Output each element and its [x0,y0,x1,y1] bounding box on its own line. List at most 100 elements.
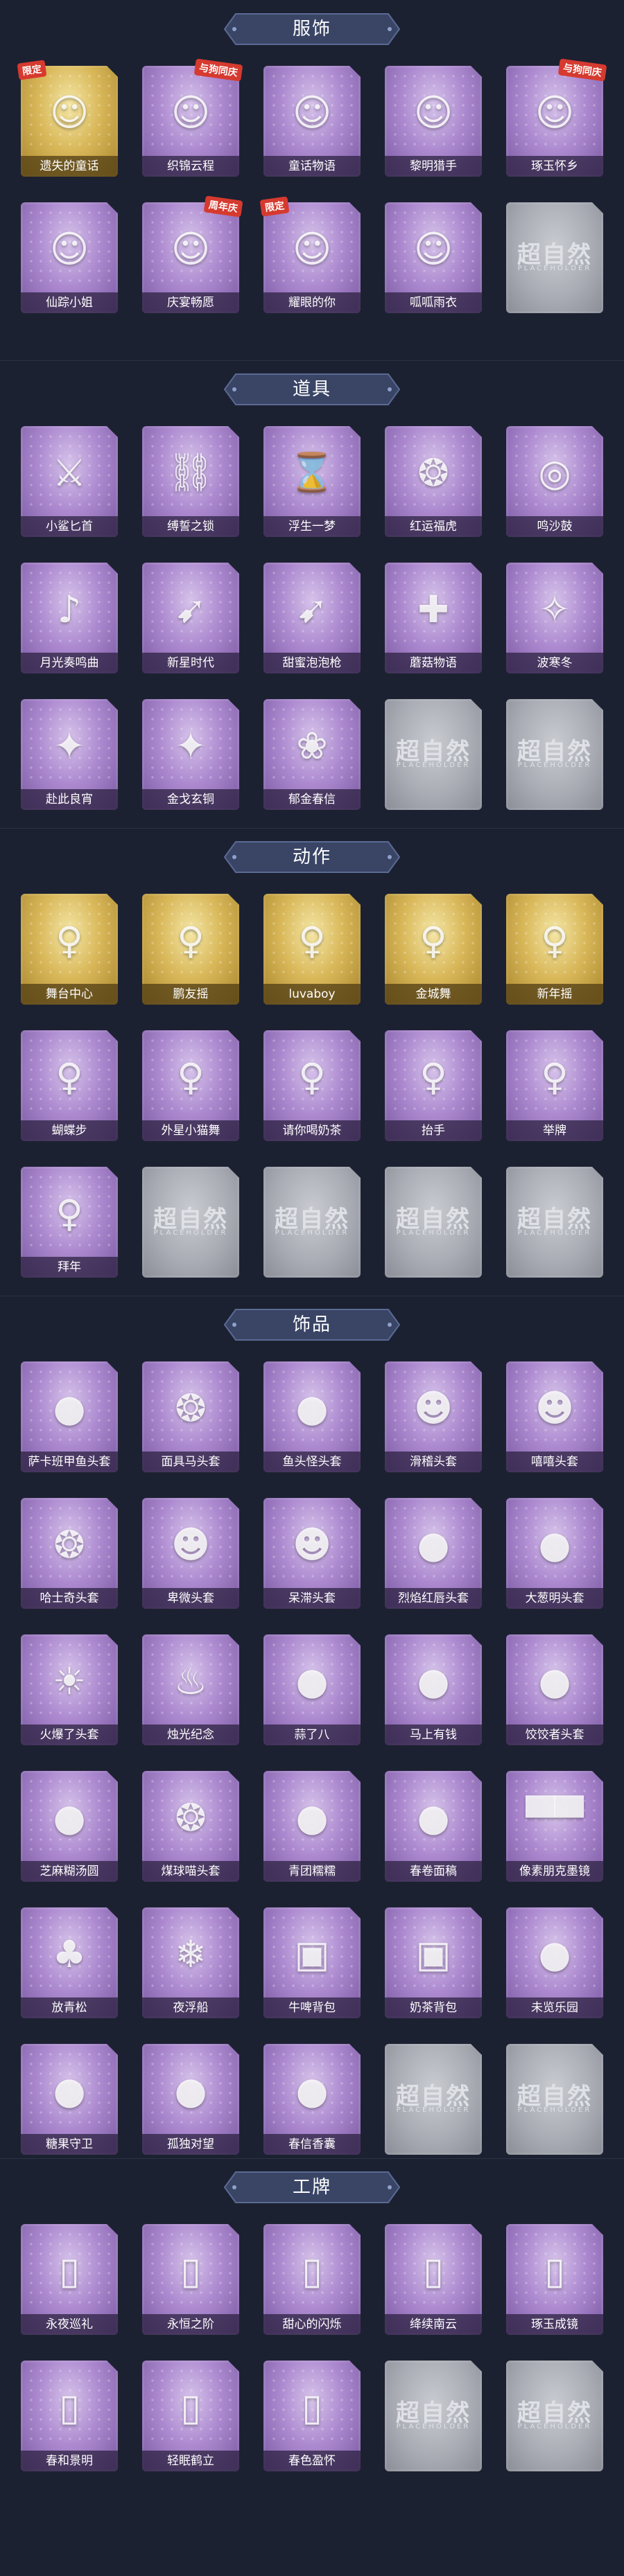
item-card[interactable]: ● 大葱明头套 [506,1498,603,1609]
item-label: 抬手 [385,1120,482,1141]
item-card[interactable]: ☻ 滑稽头套 [385,1361,482,1472]
item-card[interactable]: ● 蒜了八 [263,1634,361,1745]
item-card[interactable]: ✧ 波寒冬 [506,563,603,673]
item-card[interactable]: ☺ 呱呱雨衣 [385,202,482,313]
item-card[interactable]: ▀▀ 像素朋克墨镜 [506,1771,603,1882]
item-card[interactable]: ● 鱼头怪头套 [263,1361,361,1472]
icon-glyph: ❀ [296,723,328,768]
item-card[interactable]: ♀ 蝴蝶步 [21,1030,118,1141]
item-label: 舞台中心 [21,984,118,1005]
item-label: 织锦云程 [142,156,239,177]
item-card[interactable]: ⛓ 缚誓之锁 [142,426,239,537]
item-card[interactable]: ♀ luvaboy [263,894,361,1005]
placeholder-subtext: PLACEHOLDER [153,1229,228,1237]
item-card[interactable]: ♀ 举牌 [506,1030,603,1141]
item-card[interactable]: ▣ 牛啤背包 [263,1907,361,2018]
item-card[interactable]: ✚ 蘑菇物语 [385,563,482,673]
item-card[interactable]: ▣ 奶茶背包 [385,1907,482,2018]
item-card[interactable]: ♀ 抬手 [385,1030,482,1141]
item-card[interactable]: ● 春信香囊 [263,2044,361,2155]
item-card[interactable]: ♀ 外星小猫舞 [142,1030,239,1141]
item-label: 琢玉怀乡 [506,156,603,177]
item-card[interactable]: ♀ 舞台中心 [21,894,118,1005]
icon-glyph: ◎ [538,450,571,495]
item-card[interactable]: ☻ 呆滞头套 [263,1498,361,1609]
item-card[interactable]: ☺ 仙踪小姐 [21,202,118,313]
item-card[interactable]: ☻ 嘻嘻头套 [506,1361,603,1472]
item-card[interactable]: ☺ 琢玉怀乡 与狗同庆 [506,58,607,177]
item-card[interactable]: ♀ 请你喝奶茶 [263,1030,361,1141]
item-card[interactable]: ☺ 遗失的童话 限定 [17,60,118,177]
empty-slot-card: 超自然 PLACEHOLDER [506,699,603,810]
pink-bird-icon: ● [402,1650,465,1712]
item-card[interactable]: ➹ 甜蜜泡泡枪 [263,563,361,673]
item-card[interactable]: ● 糖果守卫 [21,2044,118,2155]
item-card[interactable]: ▯ 甜心的闪烁 [263,2224,361,2335]
item-card[interactable]: ▯ 春色盈怀 [263,2361,361,2471]
item-card[interactable]: ☺ 童话物语 [263,66,361,177]
item-card[interactable]: ● 马上有钱 [385,1634,482,1745]
item-card[interactable]: ⌛ 浮生一梦 [263,426,361,537]
item-card[interactable]: ☺ 黎明猎手 [385,66,482,177]
item-card[interactable]: ● 芝麻糊汤圆 [21,1771,118,1882]
item-label: 金城舞 [385,984,482,1005]
item-card[interactable]: ➹ 新星时代 [142,563,239,673]
yellow-creature-head-icon: ● [402,1513,465,1576]
red-book-badge-icon: ▯ [402,2239,465,2302]
item-card[interactable]: ● 春卷面稿 [385,1771,482,1882]
item-card[interactable]: ✦ 金戈玄铜 [142,699,239,810]
item-card[interactable]: ⚔ 小鲨匕首 [21,426,118,537]
item-card[interactable]: ♪ 月光奏鸣曲 [21,563,118,673]
item-card[interactable]: ☺ 庆宴畅愿 周年庆 [142,195,243,313]
section-header: 工牌 [222,2168,402,2207]
item-label: 鹏友摇 [142,984,239,1005]
item-card[interactable]: ☻ 卑微头套 [142,1498,239,1609]
item-card[interactable]: ☺ 织锦云程 与狗同庆 [142,58,243,177]
item-card[interactable]: ♀ 新年摇 [506,894,603,1005]
medical-case-icon: ✚ [402,578,465,640]
item-card[interactable]: ▯ 绛续南云 [385,2224,482,2335]
item-card[interactable]: ♀ 拜年 [21,1167,118,1278]
hourglass-icon: ⌛ [281,441,343,504]
item-card[interactable]: ❀ 郁金春信 [263,699,361,810]
item-card[interactable]: ❂ 煤球喵头套 [142,1771,239,1882]
item-card[interactable]: ☺ 耀眼的你 限定 [259,196,361,313]
night-badge-icon: ▯ [38,2239,101,2302]
item-card[interactable]: ☀ 火爆了头套 [21,1634,118,1745]
item-card[interactable]: ❄ 夜浮船 [142,1907,239,2018]
item-card[interactable]: ● 萨卡班甲鱼头套 [21,1361,118,1472]
item-card[interactable]: ♨ 烛光纪念 [142,1634,239,1745]
item-card[interactable]: ❂ 红运福虎 [385,426,482,537]
item-card[interactable]: ◎ 鸣沙鼓 [506,426,603,537]
card-corner-fold [471,2361,482,2372]
item-card[interactable]: ▯ 永夜巡礼 [21,2224,118,2335]
item-card[interactable]: ● 孤独对望 [142,2044,239,2155]
item-card[interactable]: ● 青团糯糯 [263,1771,361,1882]
item-card[interactable]: ● 未览乐园 [506,1907,603,2018]
icon-glyph: ⛓ [166,450,215,494]
item-card[interactable]: ● 烈焰红唇头套 [385,1498,482,1609]
section-title: 动作 [292,847,331,867]
wave-pose-icon: ♀ [523,909,586,971]
icon-glyph: ☺ [171,90,211,134]
fish-head-icon: ● [38,1377,101,1439]
item-label: 蒜了八 [263,1724,361,1745]
placeholder-subtext: PLACEHOLDER [517,761,592,769]
frog-raincoat-portrait-icon: ☺ [402,218,465,280]
item-label: 请你喝奶茶 [263,1120,361,1141]
item-card[interactable]: ♣ 放青松 [21,1907,118,2018]
item-card[interactable]: ● 饺饺者头套 [506,1634,603,1745]
item-label: 春色盈怀 [263,2451,361,2471]
item-card[interactable]: ❂ 哈士奇头套 [21,1498,118,1609]
icon-glyph: ▯ [302,2248,322,2293]
item-card[interactable]: ▯ 轻眠鹤立 [142,2361,239,2471]
item-card[interactable]: ▯ 春和景明 [21,2361,118,2471]
item-card[interactable]: ♀ 金城舞 [385,894,482,1005]
revolver-icon: ➹ [159,578,222,640]
item-card[interactable]: ✦ 赴此良宵 [21,699,118,810]
item-label: 缚誓之锁 [142,516,239,537]
item-card[interactable]: ▯ 永恒之阶 [142,2224,239,2335]
item-card[interactable]: ❂ 面具马头套 [142,1361,239,1472]
item-card[interactable]: ▯ 琢玉成镜 [506,2224,603,2335]
item-card[interactable]: ♀ 鹏友摇 [142,894,239,1005]
